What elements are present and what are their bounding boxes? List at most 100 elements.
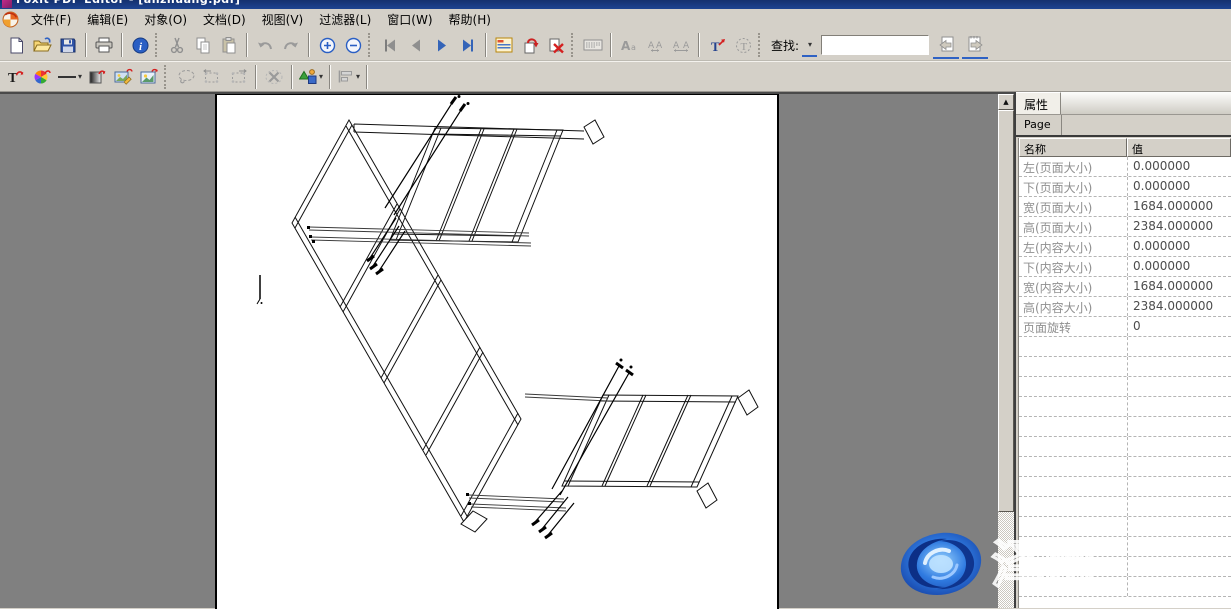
separator — [85, 33, 87, 57]
add-text-object-button[interactable]: T — [3, 64, 29, 90]
chevron-down-icon: ▾ — [319, 72, 323, 81]
redo-icon — [282, 38, 300, 53]
menu-view[interactable]: 视图(V) — [254, 9, 312, 30]
column-header-value[interactable]: 值 — [1127, 138, 1231, 157]
insert-text-icon: T — [709, 37, 726, 54]
menu-edit[interactable]: 编辑(E) — [79, 9, 136, 30]
tab-page[interactable]: Page — [1016, 115, 1062, 135]
lasso-select-button[interactable] — [173, 64, 199, 90]
edit-image-button[interactable] — [110, 64, 136, 90]
align-left-icon — [337, 69, 355, 84]
properties-panel: 属性 Page 名称 值 左(页面大小) 0.000000 下(页面大小) 0.… — [1016, 92, 1231, 608]
properties-panel-title[interactable]: 属性 — [1016, 92, 1061, 114]
svg-text:T: T — [711, 39, 720, 54]
toolbar-grip[interactable] — [571, 33, 576, 57]
toolbar-grip[interactable] — [758, 33, 763, 57]
paste-button[interactable] — [216, 32, 242, 58]
zoom-out-button[interactable] — [340, 32, 366, 58]
property-row-page-height: 高(页面大小) 2384.000000 — [1019, 217, 1231, 237]
prev-page-icon — [408, 38, 424, 53]
rotate-selection-right-button[interactable] — [225, 64, 251, 90]
save-button[interactable] — [55, 32, 81, 58]
menu-file[interactable]: 文件(F) — [23, 9, 79, 30]
delete-page-button[interactable] — [543, 32, 569, 58]
separator — [291, 65, 293, 89]
find-label: 查找: — [771, 37, 799, 54]
menu-help[interactable]: 帮助(H) — [441, 9, 499, 30]
properties-table: 名称 值 左(页面大小) 0.000000 下(页面大小) 0.000000 宽… — [1018, 138, 1231, 608]
last-page-button[interactable] — [455, 32, 481, 58]
insert-shapes-button[interactable]: ▾ — [297, 64, 325, 90]
property-row-content-height: 高(内容大小) 2384.000000 — [1019, 297, 1231, 317]
column-header-name[interactable]: 名称 — [1019, 138, 1127, 157]
align-objects-button[interactable]: ▾ — [335, 64, 362, 90]
up-arrow-icon: ▲ — [1003, 98, 1008, 106]
title-bar: Foxit PDF Editor - [anzhuang.pdf] — [0, 0, 1231, 9]
text-mode-button[interactable]: T — [730, 32, 756, 58]
new-document-button[interactable] — [3, 32, 29, 58]
chevron-down-icon: ▾ — [356, 72, 360, 81]
toolbar-grip[interactable] — [368, 33, 373, 57]
find-previous-icon — [937, 35, 956, 53]
open-button[interactable] — [29, 32, 55, 58]
shading-button[interactable] — [84, 64, 110, 90]
prev-page-button[interactable] — [403, 32, 429, 58]
cut-button[interactable] — [164, 32, 190, 58]
menu-filter[interactable]: 过滤器(L) — [311, 9, 379, 30]
vertical-scrollbar[interactable]: ▲ — [998, 94, 1014, 608]
menu-window[interactable]: 窗口(W) — [379, 9, 440, 30]
find-input[interactable] — [821, 35, 929, 55]
gradient-fill-icon — [89, 68, 106, 85]
find-options-dropdown[interactable]: ▾ — [802, 33, 817, 57]
redo-button[interactable] — [278, 32, 304, 58]
last-page-icon — [460, 38, 476, 53]
first-page-button[interactable] — [377, 32, 403, 58]
scroll-up-button[interactable]: ▲ — [998, 94, 1014, 110]
property-row-content-left: 左(内容大小) 0.000000 — [1019, 237, 1231, 257]
toolbar-grip[interactable] — [155, 33, 160, 57]
document-info-button[interactable]: i — [127, 32, 153, 58]
scrollbar-thumb[interactable] — [998, 110, 1014, 512]
toolbar-grip[interactable] — [164, 65, 169, 89]
foxit-pdf-editor-window: { "window": { "title": "Foxit PDF Editor… — [0, 0, 1231, 608]
line-style-button[interactable]: ▾ — [55, 64, 84, 90]
property-row-page-bottom: 下(页面大小) 0.000000 — [1019, 177, 1231, 197]
circled-text-icon: T — [735, 37, 752, 54]
form-grid-icon — [495, 37, 513, 53]
copy-icon — [195, 37, 211, 54]
property-row-content-bottom: 下(内容大小) 0.000000 — [1019, 257, 1231, 277]
info-icon: i — [132, 37, 149, 54]
paste-clipboard-icon — [221, 37, 237, 54]
replace-image-button[interactable] — [136, 64, 162, 90]
find-previous-button[interactable] — [933, 32, 959, 59]
find-next-button[interactable] — [962, 32, 988, 59]
menu-bar: 文件(F) 编辑(E) 对象(O) 文档(D) 视图(V) 过滤器(L) 窗口(… — [0, 9, 1231, 31]
rotate-page-button[interactable] — [517, 32, 543, 58]
window-title: Foxit PDF Editor - [anzhuang.pdf] — [16, 0, 240, 6]
virtual-keyboard-button[interactable] — [580, 32, 606, 58]
menu-document[interactable]: 文档(D) — [195, 9, 254, 30]
svg-text:A: A — [673, 41, 680, 51]
save-floppy-icon — [60, 37, 76, 53]
zoom-in-button[interactable] — [314, 32, 340, 58]
menu-object[interactable]: 对象(O) — [136, 9, 195, 30]
char-spacing-narrow-button[interactable]: AA — [642, 32, 668, 58]
document-canvas-area[interactable] — [0, 92, 1014, 608]
print-button[interactable] — [91, 32, 117, 58]
char-spacing-wide-icon: AA — [672, 38, 690, 53]
color-wheel-icon — [33, 68, 51, 85]
next-page-button[interactable] — [429, 32, 455, 58]
svg-text:A: A — [648, 41, 655, 51]
char-spacing-wide-button[interactable]: AA — [668, 32, 694, 58]
insert-text-button[interactable]: T — [704, 32, 730, 58]
shapes-icon — [299, 68, 318, 85]
delete-selection-button[interactable] — [261, 64, 287, 90]
page-layout-button[interactable] — [491, 32, 517, 58]
font-size-button[interactable]: Aa — [616, 32, 642, 58]
color-button[interactable] — [29, 64, 55, 90]
rotate-selection-left-button[interactable] — [199, 64, 225, 90]
undo-button[interactable] — [252, 32, 278, 58]
pdf-page[interactable] — [215, 94, 779, 609]
copy-button[interactable] — [190, 32, 216, 58]
undo-icon — [256, 38, 274, 53]
